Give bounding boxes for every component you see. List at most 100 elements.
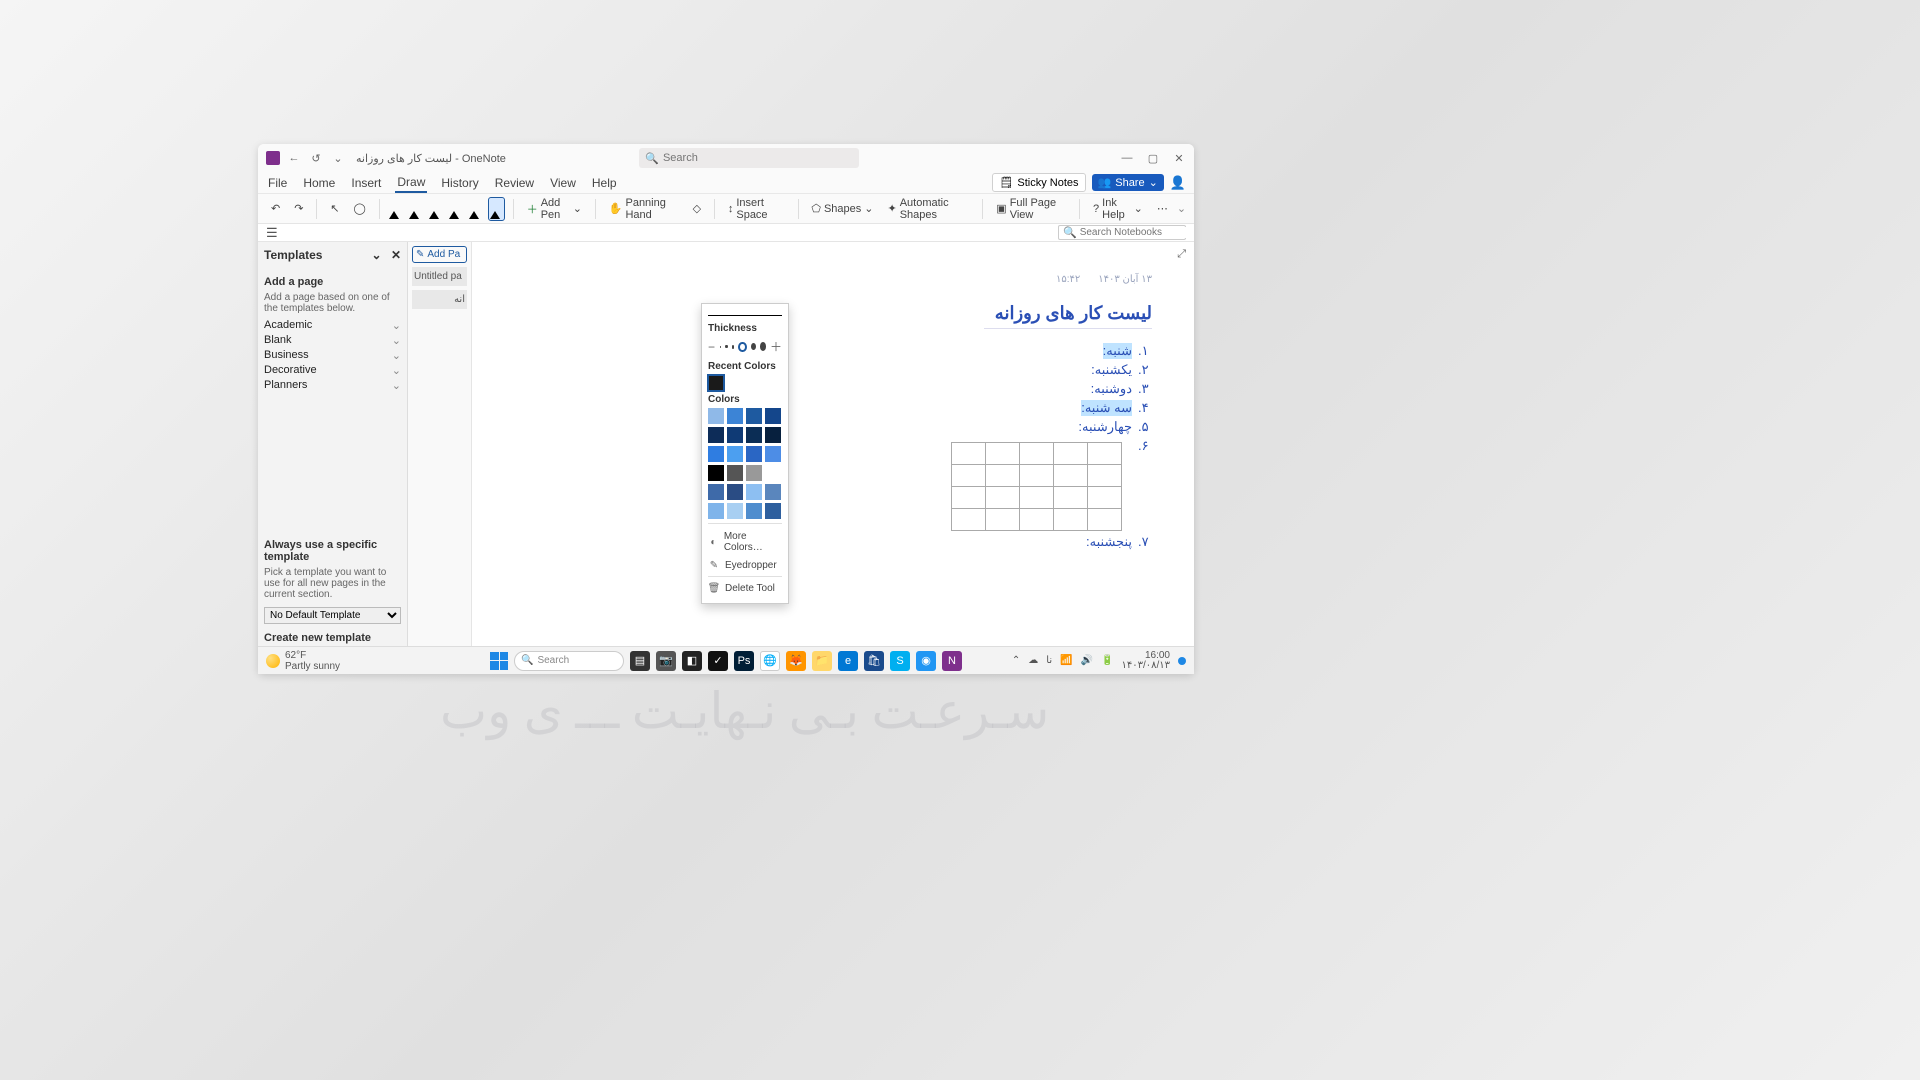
undo-button[interactable]: ↶ xyxy=(266,200,285,217)
ink-help-button[interactable]: ?Ink Help ⌄ xyxy=(1088,195,1148,223)
color-swatch[interactable] xyxy=(746,465,762,481)
note-canvas[interactable]: ⤢ ۱۳ آبان ۱۴۰۳ ۱۵:۴۲ لیست کار های روزانه… xyxy=(472,242,1194,674)
templates-collapse-icon[interactable]: ⌄ xyxy=(372,248,382,262)
thickness-2[interactable] xyxy=(725,345,727,348)
tray-notification-icon[interactable] xyxy=(1178,657,1186,665)
dropdown-icon[interactable]: ⌄ xyxy=(330,150,346,166)
lasso-tool[interactable]: ◯ xyxy=(348,200,370,217)
pen-4[interactable] xyxy=(448,197,464,221)
color-swatch[interactable] xyxy=(727,484,743,500)
taskbar-app-explorer[interactable]: 📁 xyxy=(812,651,832,671)
taskbar-clock[interactable]: 16:00 ۱۴۰۳/۰۸/۱۳ xyxy=(1121,651,1170,671)
eyedropper-button[interactable]: ✎Eyedropper xyxy=(708,556,782,574)
taskbar-app-store[interactable]: 🛍 xyxy=(864,651,884,671)
thickness-1[interactable] xyxy=(720,346,721,348)
minimize-button[interactable]: — xyxy=(1120,151,1134,165)
color-swatch[interactable] xyxy=(708,408,724,424)
tpl-cat-planners[interactable]: Planners⌄ xyxy=(264,378,401,393)
pen-1[interactable] xyxy=(388,197,404,221)
menu-home[interactable]: Home xyxy=(301,174,337,192)
recent-color-1[interactable] xyxy=(708,375,724,391)
pen-6-selected[interactable] xyxy=(488,197,505,221)
tray-wifi-icon[interactable]: 📶 xyxy=(1060,655,1072,666)
expand-icon[interactable]: ⤢ xyxy=(1177,248,1186,261)
thickness-5[interactable] xyxy=(751,343,756,350)
search-notebooks[interactable]: 🔍 ⌄ xyxy=(1058,225,1186,240)
taskbar-app-4[interactable]: ◉ xyxy=(916,651,936,671)
color-swatch[interactable] xyxy=(708,427,724,443)
color-swatch[interactable] xyxy=(746,446,762,462)
pen-2[interactable] xyxy=(408,197,424,221)
navigation-toggle[interactable]: ☰ xyxy=(266,225,278,241)
menu-history[interactable]: History xyxy=(439,174,480,192)
sticky-notes-button[interactable]: 🗒Sticky Notes xyxy=(992,173,1085,192)
collapse-ribbon-icon[interactable]: ⌄ xyxy=(1177,202,1186,215)
color-swatch[interactable] xyxy=(765,427,781,443)
color-swatch[interactable] xyxy=(727,446,743,462)
taskbar-app-camera[interactable]: 📷 xyxy=(656,651,676,671)
more-button[interactable]: ⋯ xyxy=(1152,200,1173,217)
taskbar-app-2[interactable]: ◧ xyxy=(682,651,702,671)
menu-view[interactable]: View xyxy=(548,174,578,192)
close-button[interactable]: ✕ xyxy=(1172,151,1186,165)
color-swatch[interactable] xyxy=(708,465,724,481)
taskbar-app-skype[interactable]: S xyxy=(890,651,910,671)
page-item-untitled[interactable]: Untitled pa xyxy=(412,267,467,286)
list-item[interactable]: ۳.دوشنبه: xyxy=(951,381,1152,397)
user-badge-icon[interactable]: 👤 xyxy=(1170,175,1186,191)
automatic-shapes-button[interactable]: ✦Automatic Shapes xyxy=(883,195,975,223)
color-swatch[interactable] xyxy=(708,503,724,519)
shapes-button[interactable]: ⬠Shapes ⌄ xyxy=(806,200,878,217)
weather-widget[interactable]: 62°F Partly sunny xyxy=(266,650,340,672)
color-swatch[interactable] xyxy=(746,503,762,519)
list-item[interactable]: ۱.شنبه: xyxy=(951,343,1152,359)
insert-space-button[interactable]: ↕Insert Space xyxy=(723,195,790,223)
menu-file[interactable]: File xyxy=(266,174,289,192)
list-item[interactable]: ۵.چهارشنبه: xyxy=(951,419,1152,435)
taskbar-app-onenote[interactable]: N xyxy=(942,651,962,671)
menu-review[interactable]: Review xyxy=(493,174,536,192)
redo-button[interactable]: ↷ xyxy=(289,200,308,217)
tray-language-icon[interactable]: نا xyxy=(1046,655,1052,666)
menu-insert[interactable]: Insert xyxy=(349,174,383,192)
taskbar-app-ps[interactable]: Ps xyxy=(734,651,754,671)
page-item-2[interactable]: انه xyxy=(412,290,467,309)
delete-tool-button[interactable]: 🗑Delete Tool xyxy=(708,579,782,597)
eraser-button[interactable]: ◇ xyxy=(688,200,706,217)
list-item[interactable]: ۴.سه شنبه: xyxy=(951,400,1152,416)
pen-3[interactable] xyxy=(428,197,444,221)
taskbar-app-3[interactable]: ✓ xyxy=(708,651,728,671)
list-item[interactable]: ۲.یکشنبه: xyxy=(951,362,1152,378)
tray-volume-icon[interactable]: 🔊 xyxy=(1081,655,1093,666)
tpl-cat-decorative[interactable]: Decorative⌄ xyxy=(264,363,401,378)
undo-icon[interactable]: ↺ xyxy=(308,150,324,166)
color-swatch[interactable] xyxy=(727,408,743,424)
color-swatch[interactable] xyxy=(727,465,743,481)
color-swatch[interactable] xyxy=(765,408,781,424)
default-template-select[interactable]: No Default Template xyxy=(264,607,401,624)
select-tool[interactable]: ↖ xyxy=(325,200,344,217)
list-item[interactable]: ۶. xyxy=(951,438,1152,531)
search-notebooks-input[interactable] xyxy=(1080,227,1194,238)
thickness-4-selected[interactable] xyxy=(738,342,746,352)
titlebar-search[interactable]: 🔍 xyxy=(639,148,859,168)
color-swatch[interactable] xyxy=(727,503,743,519)
taskbar-search[interactable]: 🔍Search xyxy=(514,651,624,671)
color-swatch[interactable] xyxy=(746,408,762,424)
embedded-table[interactable] xyxy=(951,442,1122,531)
tpl-cat-academic[interactable]: Academic⌄ xyxy=(264,318,401,333)
thickness-6[interactable] xyxy=(760,342,766,351)
start-button[interactable] xyxy=(490,652,508,670)
full-page-view-button[interactable]: ▣Full Page View xyxy=(991,195,1071,223)
thickness-decrease[interactable]: − xyxy=(708,340,715,354)
menu-draw[interactable]: Draw xyxy=(395,173,427,193)
list-item[interactable]: ۷.پنجشنبه: xyxy=(951,534,1152,550)
taskbar-app-1[interactable]: ▤ xyxy=(630,651,650,671)
tray-chevron-icon[interactable]: ⌃ xyxy=(1012,655,1020,666)
thickness-3[interactable] xyxy=(732,345,735,349)
add-page-button[interactable]: ✎Add Pa xyxy=(412,246,467,263)
menu-help[interactable]: Help xyxy=(590,174,619,192)
share-button[interactable]: 👥Share ⌄ xyxy=(1092,174,1164,191)
maximize-button[interactable]: ▢ xyxy=(1146,151,1160,165)
tpl-cat-blank[interactable]: Blank⌄ xyxy=(264,333,401,348)
